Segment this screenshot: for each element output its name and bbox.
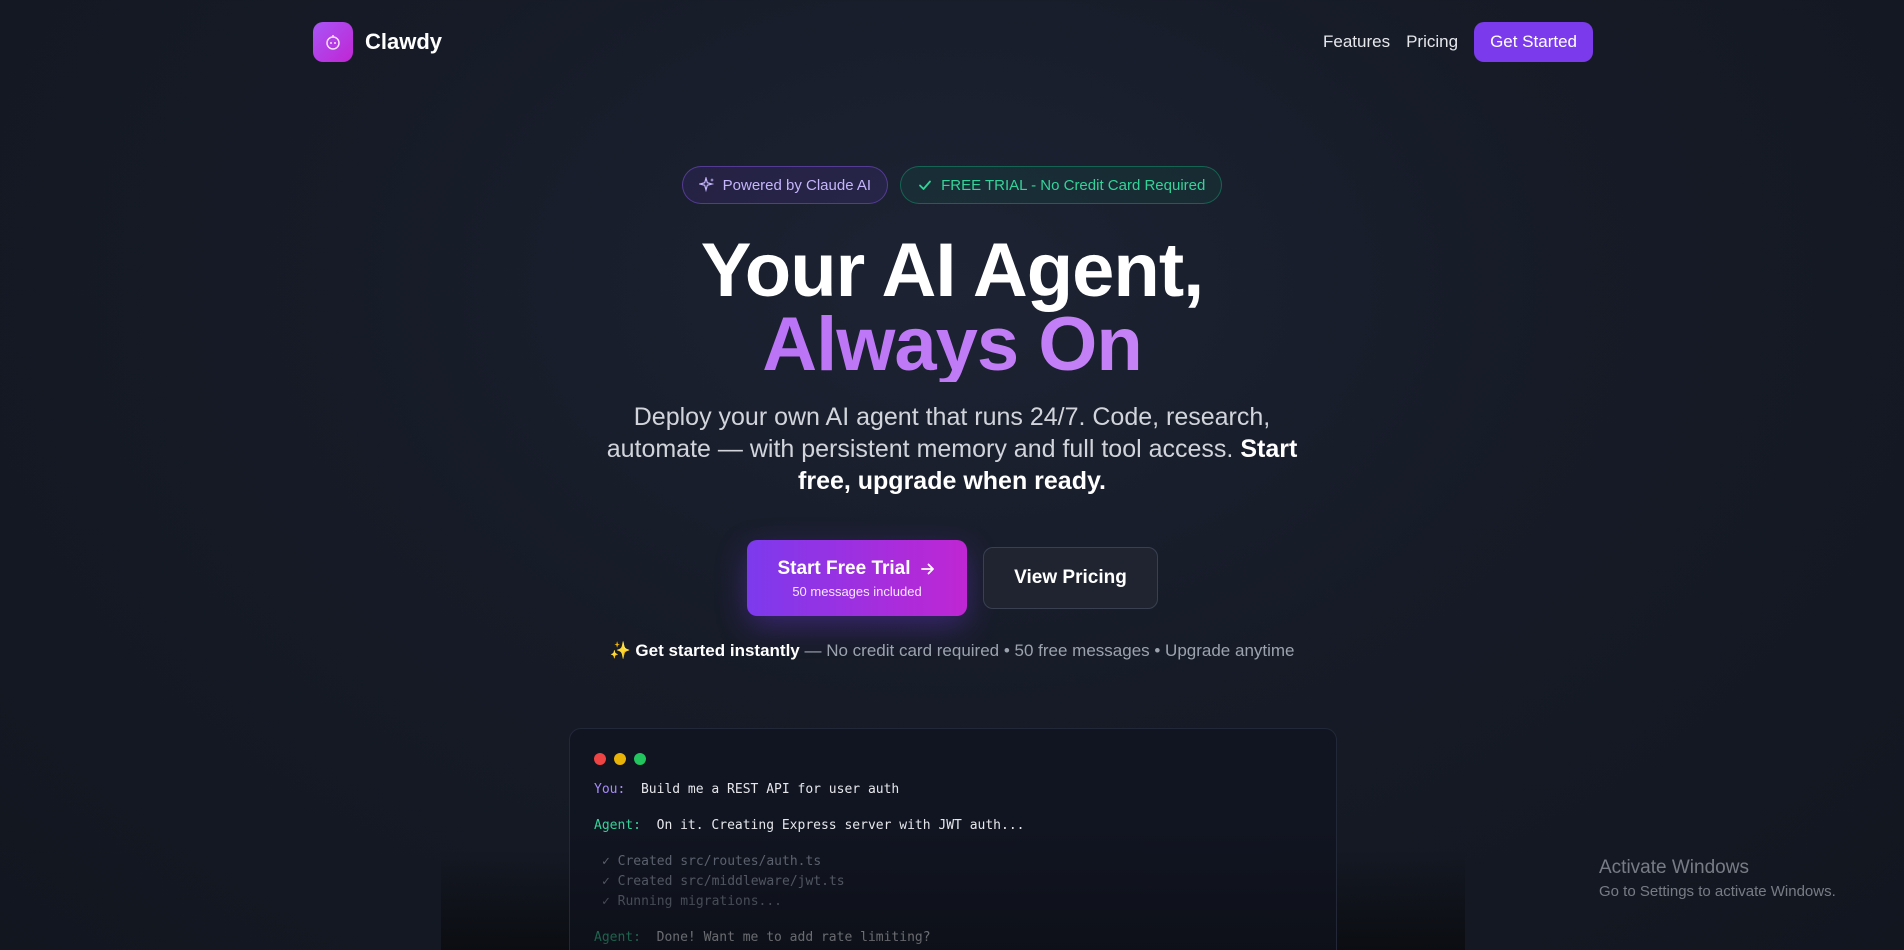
brand-name: Clawdy bbox=[365, 29, 443, 54]
terminal-agent-line-2: Agent: Done! Want me to add rate limitin… bbox=[594, 930, 931, 945]
free-trial-text: FREE TRIAL - No Credit Card Required bbox=[941, 176, 1206, 194]
start-free-trial-label: Start Free Trial bbox=[777, 557, 911, 579]
agent-message: On it. Creating Express server with JWT … bbox=[656, 818, 1025, 833]
maximize-dot-icon bbox=[634, 753, 646, 765]
sparkles-icon bbox=[698, 177, 714, 193]
watermark-subtitle: Go to Settings to activate Windows. bbox=[1599, 883, 1836, 900]
terminal-demo: You: Build me a REST API for user auth A… bbox=[569, 728, 1337, 950]
you-label: You: bbox=[594, 782, 626, 797]
hero-subtitle-text: Deploy your own AI agent that runs 24/7.… bbox=[606, 403, 1271, 463]
sparkle-emoji-icon: ✨ bbox=[609, 641, 631, 660]
view-pricing-button[interactable]: View Pricing bbox=[983, 547, 1158, 609]
nav-link-pricing[interactable]: Pricing bbox=[1406, 32, 1458, 52]
free-trial-badge: FREE TRIAL - No Credit Card Required bbox=[900, 166, 1223, 204]
you-message: Build me a REST API for user auth bbox=[640, 782, 900, 797]
get-started-button[interactable]: Get Started bbox=[1474, 22, 1593, 62]
arrow-right-icon bbox=[920, 563, 934, 574]
hero-title-line1: Your AI Agent, bbox=[700, 228, 1205, 313]
signup-note: ✨ Get started instantly — No credit card… bbox=[0, 641, 1904, 661]
hero-title-line2: Always On bbox=[0, 307, 1904, 383]
powered-by-badge: Powered by Claude AI bbox=[681, 166, 889, 204]
window-controls bbox=[594, 753, 646, 765]
signup-note-rest: — No credit card required • 50 free mess… bbox=[799, 641, 1295, 660]
hero-subtitle: Deploy your own AI agent that runs 24/7.… bbox=[582, 401, 1322, 497]
watermark-title: Activate Windows bbox=[1599, 857, 1749, 878]
nav-link-features[interactable]: Features bbox=[1323, 32, 1390, 52]
agent-label: Agent: bbox=[594, 818, 641, 833]
brand-logo-link[interactable]: Clawdy bbox=[313, 22, 442, 62]
close-dot-icon bbox=[594, 753, 606, 765]
top-nav: Clawdy Features Pricing Get Started bbox=[0, 0, 1904, 84]
terminal-log-line: ✓ Created src/middleware/jwt.ts bbox=[602, 874, 845, 889]
check-icon bbox=[919, 180, 931, 190]
start-free-trial-sublabel: 50 messages included bbox=[792, 583, 922, 599]
windows-activation-watermark: Activate Windows Go to Settings to activ… bbox=[1599, 857, 1836, 900]
agent-label-2: Agent: bbox=[594, 930, 641, 945]
terminal-log-line: ✓ Running migrations... bbox=[602, 894, 783, 909]
hero-badges: Powered by Claude AI FREE TRIAL - No Cre… bbox=[0, 166, 1904, 204]
hero-title: Your AI Agent, Always On bbox=[0, 228, 1904, 383]
signup-note-strong: Get started instantly bbox=[635, 641, 800, 660]
minimize-dot-icon bbox=[614, 753, 626, 765]
start-free-trial-button[interactable]: Start Free Trial 50 messages included bbox=[747, 540, 967, 616]
terminal-agent-line: Agent: On it. Creating Express server wi… bbox=[594, 818, 1024, 833]
robot-logo-icon bbox=[313, 22, 353, 62]
agent-message-2: Done! Want me to add rate limiting? bbox=[656, 930, 931, 945]
terminal-log-line: ✓ Created src/routes/auth.ts bbox=[602, 854, 822, 869]
powered-by-text: Powered by Claude AI bbox=[722, 176, 872, 194]
terminal-user-line: You: Build me a REST API for user auth bbox=[594, 782, 899, 797]
